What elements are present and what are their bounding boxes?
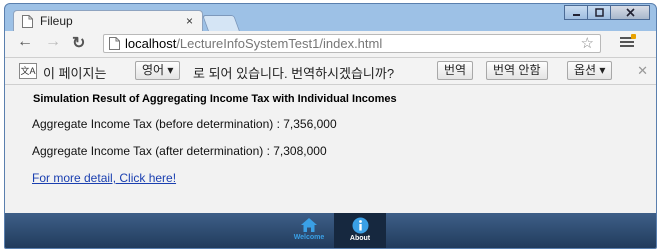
translate-button[interactable]: 번역 [437,61,474,80]
close-window-button[interactable] [610,5,650,20]
address-bar[interactable]: localhost/LectureInfoSystemTest1/index.h… [103,34,601,53]
browser-toolbar: ← → ↻ localhost/LectureInfoSystemTest1/i… [5,31,656,58]
home-icon [301,218,317,232]
url-host: localhost [125,36,177,51]
translate-icon: 文A [19,63,37,79]
url-text: localhost/LectureInfoSystemTest1/index.h… [125,36,382,51]
page-icon [22,15,33,28]
tab-close-button[interactable]: × [186,14,193,28]
no-translate-button[interactable]: 번역 안함 [486,61,548,80]
window-controls [564,5,650,21]
bottom-nav-bar: Welcome About [5,213,656,248]
options-label: 옵션 [574,63,597,77]
browser-window: Fileup × ← → ↻ localhost/LectureInfoSyst… [4,3,657,249]
new-tab-button[interactable] [202,15,240,31]
page-heading: Simulation Result of Aggregating Income … [33,93,397,105]
language-select[interactable]: 영어 ▾ [135,61,181,80]
tab-title: Fileup [40,14,73,28]
nav-welcome-label: Welcome [293,234,325,241]
page-content: Simulation Result of Aggregating Income … [5,85,656,213]
translate-message: 로 되어 있습니다. 번역하시겠습니까? [193,66,395,81]
minimize-icon [572,14,580,16]
detail-link[interactable]: For more detail, Click here! [32,171,176,185]
nav-welcome[interactable]: Welcome [283,213,335,248]
options-button[interactable]: 옵션 ▾ [567,61,613,80]
forward-arrow-icon[interactable]: → [45,33,61,51]
reload-icon[interactable]: ↻ [72,33,85,53]
close-infobar-icon[interactable]: ✕ [637,63,648,79]
close-icon [625,8,635,17]
browser-tab[interactable]: Fileup × [13,10,203,32]
tax-before-text: Aggregate Income Tax (before determinati… [32,117,337,131]
update-badge-icon [631,34,636,39]
tax-after-text: Aggregate Income Tax (after determinatio… [32,144,327,158]
maximize-icon [594,8,604,17]
tab-strip: Fileup × [5,4,656,32]
url-path: /LectureInfoSystemTest1/index.html [176,36,383,51]
nav-about-label: About [349,235,371,242]
translate-bar: 文A 이 페이지는 영어 ▾ 로 되어 있습니다. 번역하시겠습니까? 번역 번… [5,58,656,85]
back-arrow-icon[interactable]: ← [17,33,33,51]
bookmark-star-icon[interactable]: ☆ [581,34,594,52]
info-icon [352,217,368,234]
translate-prefix: 이 페이지는 [43,66,107,81]
page-icon [109,37,120,50]
language-value: 영어 [142,63,165,77]
nav-about[interactable]: About [334,213,386,248]
maximize-button[interactable] [587,5,611,20]
minimize-button[interactable] [564,5,588,20]
